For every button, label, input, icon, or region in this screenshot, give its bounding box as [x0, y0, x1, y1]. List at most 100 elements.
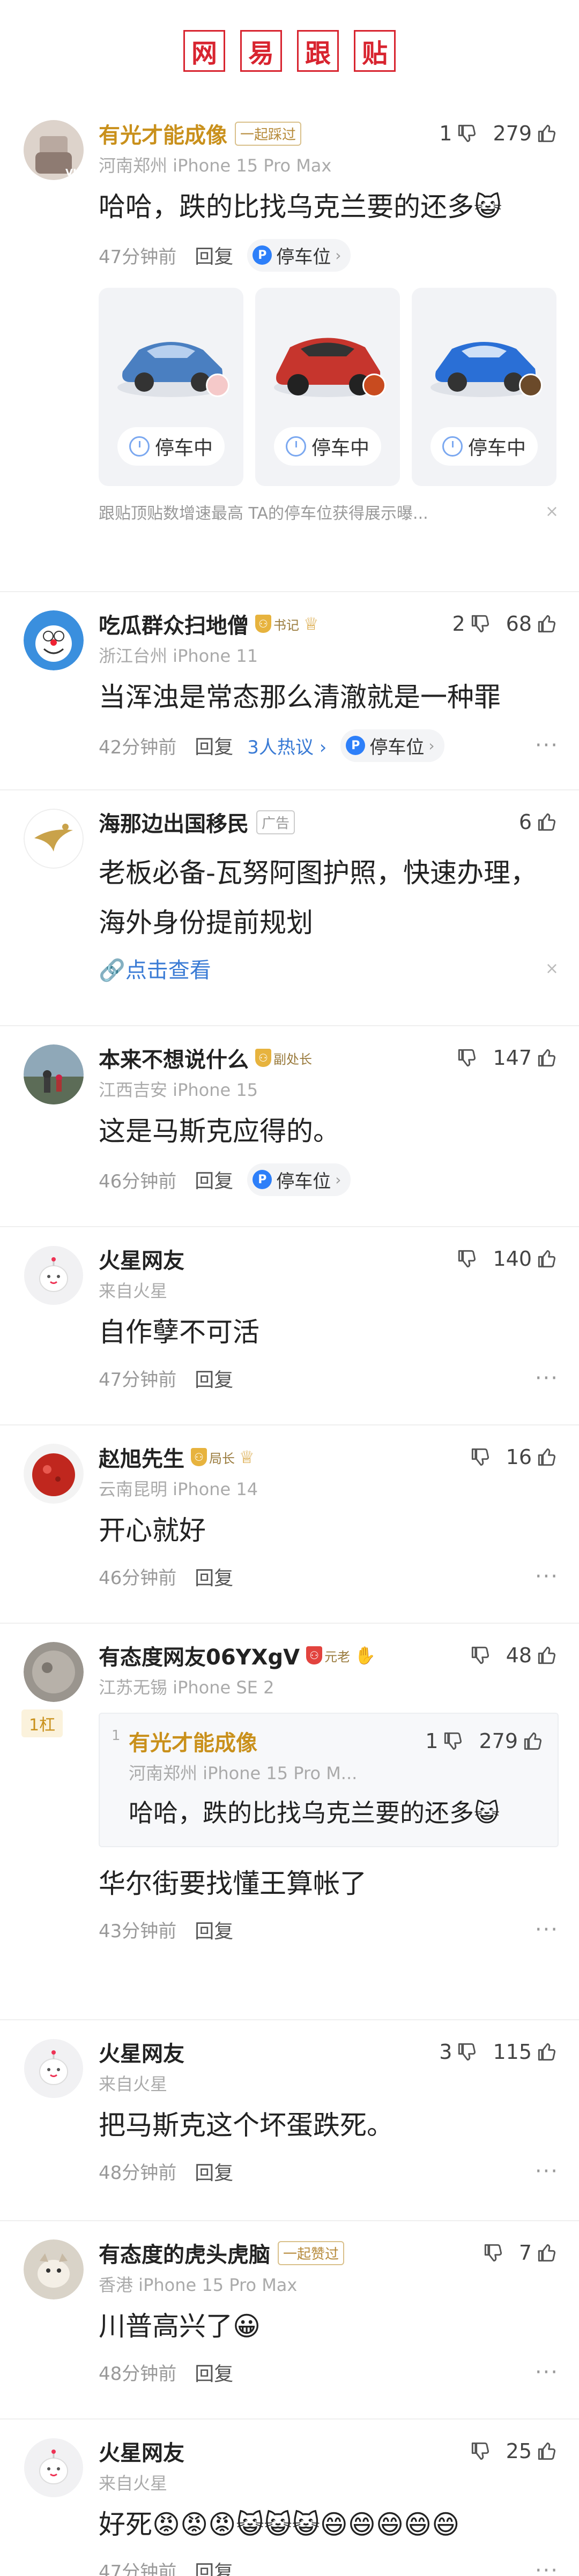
- parking-icon: P: [253, 245, 272, 265]
- shield-icon: ⚇: [306, 1646, 323, 1664]
- comment-time: 43分钟前: [99, 1921, 177, 1943]
- avatar[interactable]: [24, 809, 84, 869]
- avatar[interactable]: [24, 610, 84, 670]
- upvote-button[interactable]: 16: [506, 1445, 559, 1469]
- reply-button[interactable]: 回复: [195, 731, 233, 759]
- quote-body: 哈哈，跌的比找乌克兰要的还多😺: [129, 1798, 500, 1827]
- more-options-button[interactable]: ···: [535, 1917, 559, 1942]
- link-icon: 🔗: [99, 958, 125, 983]
- upvote-button[interactable]: 140: [493, 1247, 559, 1271]
- upvote-button[interactable]: 6: [519, 810, 559, 834]
- upvote-button[interactable]: 279: [493, 122, 559, 145]
- reply-button[interactable]: 回复: [195, 241, 233, 269]
- thumb-down-icon: [469, 612, 492, 636]
- username[interactable]: 火星网友: [99, 2036, 184, 2067]
- more-options-button[interactable]: ···: [535, 2360, 559, 2385]
- reply-button[interactable]: 回复: [195, 1563, 233, 1591]
- comment-time: 48分钟前: [99, 2363, 177, 2385]
- comment-body: 哈哈，跌的比找乌克兰要的还多😺: [99, 191, 502, 222]
- parking-button[interactable]: P 停车位 ›: [247, 238, 351, 272]
- upvote-button[interactable]: 147: [493, 1046, 559, 1070]
- reply-button[interactable]: 回复: [195, 1364, 233, 1392]
- upvote-button[interactable]: 7: [519, 2241, 559, 2265]
- avatar[interactable]: [24, 2239, 84, 2299]
- car-card[interactable]: 停车中: [412, 287, 556, 486]
- comment-body: 华尔街要找懂王算帐了: [99, 1868, 367, 1900]
- upvote-button[interactable]: 48: [506, 1644, 559, 1667]
- username[interactable]: 吃瓜群众扫地僧: [99, 608, 249, 639]
- comment-meta: 浙江台州 iPhone 11: [99, 646, 258, 666]
- reply-button[interactable]: 回复: [195, 2557, 233, 2576]
- close-icon[interactable]: ×: [545, 959, 559, 978]
- downvote-button[interactable]: 1: [439, 122, 479, 145]
- username[interactable]: 火星网友: [99, 2436, 184, 2467]
- upvote-count: 140: [493, 1247, 532, 1271]
- downvote-button[interactable]: 2: [452, 612, 492, 636]
- parking-button[interactable]: P 停车位 ›: [247, 1163, 351, 1196]
- comment-time: 47分钟前: [99, 2562, 177, 2576]
- shield-icon: ⚇: [255, 1049, 271, 1067]
- thumb-down-icon: [469, 1445, 492, 1469]
- avatar[interactable]: [24, 1444, 84, 1504]
- comment-body: 自作孽不可活: [99, 1317, 259, 1348]
- more-options-button[interactable]: ···: [535, 1564, 559, 1589]
- avatar[interactable]: VIP: [24, 120, 84, 180]
- downvote-button[interactable]: [455, 1247, 479, 1271]
- close-icon[interactable]: ×: [545, 502, 559, 521]
- parking-status: 停车中: [273, 427, 381, 466]
- reply-button[interactable]: 回复: [195, 2157, 233, 2185]
- header-char: 易: [240, 30, 282, 72]
- rank-badge: ⚇ 局长: [191, 1448, 235, 1467]
- more-options-button[interactable]: ···: [535, 1366, 559, 1391]
- hot-discussion-link[interactable]: 3人热议 ›: [247, 733, 326, 759]
- thumb-down-icon: [481, 2241, 505, 2265]
- username[interactable]: 有态度的虎头虎脑: [99, 2237, 270, 2268]
- upvote-button[interactable]: 279: [479, 1729, 545, 1753]
- downvote-count: 1: [425, 1729, 439, 1753]
- comment-body: 开心就好: [99, 1515, 206, 1546]
- downvote-button[interactable]: [469, 1644, 492, 1667]
- avatar[interactable]: [24, 1044, 84, 1104]
- thumb-up-icon: [535, 810, 559, 834]
- reply-button[interactable]: 回复: [195, 2358, 233, 2386]
- parking-button[interactable]: P 停车位 ›: [340, 729, 444, 762]
- avatar[interactable]: [24, 2039, 84, 2099]
- downvote-button[interactable]: [481, 2241, 505, 2265]
- username[interactable]: 有光才能成像: [99, 118, 227, 149]
- more-options-button[interactable]: ···: [535, 2159, 559, 2184]
- comment-time: 47分钟前: [99, 1369, 177, 1391]
- rank-badge: ⚇ 副处长: [255, 1049, 312, 1067]
- car-card[interactable]: 停车中: [255, 287, 400, 486]
- upvote-button[interactable]: 68: [506, 612, 559, 636]
- comment-item: 火星网友 140 来自火星 自作孽不可活 47分钟前 回复 ···: [0, 1227, 579, 1425]
- shield-icon: ⚇: [255, 615, 271, 633]
- reply-button[interactable]: 回复: [195, 1916, 233, 1944]
- more-options-button[interactable]: ···: [535, 2558, 559, 2576]
- username[interactable]: 火星网友: [99, 1243, 184, 1274]
- username[interactable]: 赵旭先生: [99, 1442, 184, 1473]
- downvote-button[interactable]: 3: [439, 2040, 479, 2064]
- username[interactable]: 有态度网友06YXgV: [99, 1640, 300, 1671]
- comment-item: 火星网友 25 来自火星 好死😡😡😡😺😺😺😄😄😄😄😄 47分钟前 回复 ···: [0, 2420, 579, 2576]
- upvote-count: 68: [506, 612, 532, 636]
- avatar[interactable]: [24, 1642, 84, 1702]
- thumb-down-icon: [469, 2439, 492, 2463]
- trophy-icon: ♕: [239, 1447, 255, 1467]
- downvote-button[interactable]: 1: [425, 1729, 465, 1753]
- more-options-button[interactable]: ···: [535, 733, 559, 758]
- downvote-button[interactable]: [455, 1046, 479, 1070]
- avatar[interactable]: [24, 2438, 84, 2498]
- downvote-button[interactable]: [469, 1445, 492, 1469]
- quote-username[interactable]: 有光才能成像: [129, 1726, 257, 1757]
- car-card[interactable]: 停车中: [99, 287, 243, 486]
- avatar[interactable]: [24, 1245, 84, 1305]
- username[interactable]: 海那边出国移民: [99, 807, 249, 838]
- comment-item: 赵旭先生 ⚇ 局长 ♕ 16 云南昆明 iPhone 14 开心就好 46分钟前 …: [0, 1425, 579, 1624]
- upvote-button[interactable]: 115: [493, 2040, 559, 2064]
- downvote-button[interactable]: [469, 2439, 492, 2463]
- upvote-button[interactable]: 25: [506, 2439, 559, 2463]
- reply-button[interactable]: 回复: [195, 1166, 233, 1193]
- quoted-comment[interactable]: 1 有光才能成像 1 279 河南郑州 iPhone 15 Pro M... 哈…: [99, 1713, 559, 1848]
- username[interactable]: 本来不想说什么: [99, 1042, 249, 1073]
- ad-link[interactable]: 🔗点击查看: [99, 953, 211, 984]
